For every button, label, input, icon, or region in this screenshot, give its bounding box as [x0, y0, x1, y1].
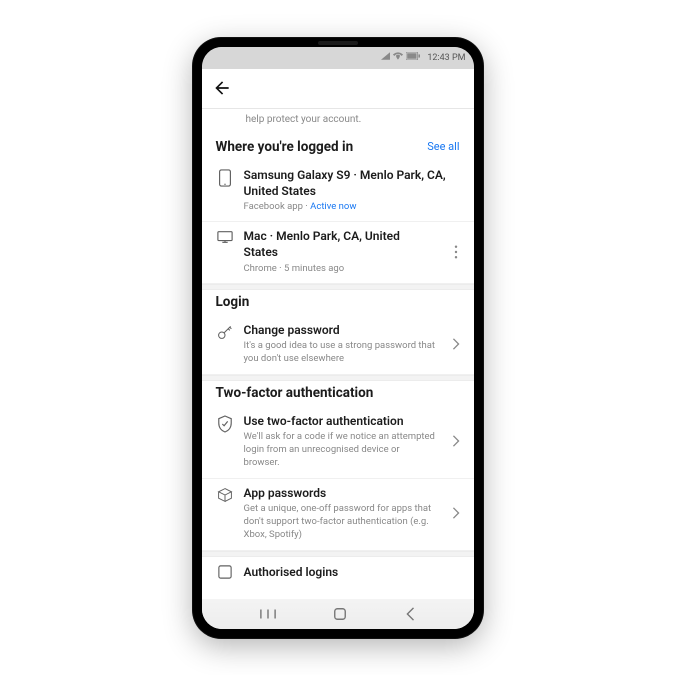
phone-earpiece: [318, 41, 358, 45]
authorised-logins-row[interactable]: Authorised logins: [202, 557, 474, 579]
session-title: Mac · Menlo Park, CA, United States: [244, 228, 436, 260]
helper-text-truncated: help protect your account.: [202, 109, 474, 135]
desktop-icon: [216, 228, 234, 244]
nav-home-button[interactable]: [333, 607, 347, 621]
see-all-link[interactable]: See all: [427, 140, 459, 153]
row-title: Authorised logins: [244, 565, 339, 579]
cube-icon: [216, 485, 234, 503]
shield-icon: [216, 413, 234, 433]
chevron-right-icon: [446, 338, 466, 350]
android-nav-bar: [202, 599, 474, 629]
app-passwords-row[interactable]: App passwords Get a unique, one-off pass…: [202, 479, 474, 551]
more-menu-button[interactable]: [446, 245, 466, 259]
section-title: Where you're logged in: [216, 139, 354, 155]
session-body: Mac · Menlo Park, CA, United States Chro…: [244, 228, 436, 275]
chevron-right-icon: [446, 507, 466, 519]
session-row-current[interactable]: Samsung Galaxy S9 · Menlo Park, CA, Unit…: [202, 161, 474, 223]
key-icon: [216, 322, 234, 340]
change-password-row[interactable]: Change password It's a good idea to use …: [202, 316, 474, 375]
list-icon: [216, 565, 234, 579]
row-sub: Get a unique, one-off password for apps …: [244, 502, 436, 542]
row-title: Change password: [244, 322, 436, 338]
row-title: Use two-factor authentication: [244, 413, 436, 429]
section-title: Login: [216, 294, 250, 310]
content-scroll[interactable]: help protect your account. Where you're …: [202, 109, 474, 629]
session-row-mac[interactable]: Mac · Menlo Park, CA, United States Chro…: [202, 222, 474, 284]
session-sub: Chrome · 5 minutes ago: [244, 262, 436, 275]
session-body: Samsung Galaxy S9 · Menlo Park, CA, Unit…: [244, 167, 466, 214]
section-title: Two-factor authentication: [216, 385, 374, 401]
section-header-logged-in: Where you're logged in See all: [202, 135, 474, 161]
row-body: Use two-factor authentication We'll ask …: [244, 413, 436, 470]
status-time: 12:43 PM: [427, 53, 465, 63]
signal-icon: [381, 52, 390, 63]
phone-icon: [216, 167, 234, 187]
screen: 12:43 PM help protect your account. Wher…: [202, 47, 474, 629]
nav-back-button[interactable]: [405, 607, 415, 621]
row-title: App passwords: [244, 485, 436, 501]
session-sub: Facebook app · Active now: [244, 200, 466, 213]
phone-frame: 12:43 PM help protect your account. Wher…: [193, 38, 483, 638]
row-body: App passwords Get a unique, one-off pass…: [244, 485, 436, 542]
section-header-login: Login: [202, 290, 474, 316]
row-sub: It's a good idea to use a strong passwor…: [244, 339, 436, 366]
app-bar: [202, 69, 474, 109]
battery-icon: [406, 52, 420, 63]
row-body: Change password It's a good idea to use …: [244, 322, 436, 366]
wifi-icon: [393, 52, 403, 63]
session-title: Samsung Galaxy S9 · Menlo Park, CA, Unit…: [244, 167, 466, 199]
back-button[interactable]: [212, 78, 232, 98]
status-bar: 12:43 PM: [202, 47, 474, 69]
chevron-right-icon: [446, 435, 466, 447]
row-sub: We'll ask for a code if we notice an att…: [244, 430, 436, 470]
use-two-factor-row[interactable]: Use two-factor authentication We'll ask …: [202, 407, 474, 479]
section-header-two-factor: Two-factor authentication: [202, 381, 474, 407]
nav-recent-button[interactable]: [260, 607, 276, 621]
